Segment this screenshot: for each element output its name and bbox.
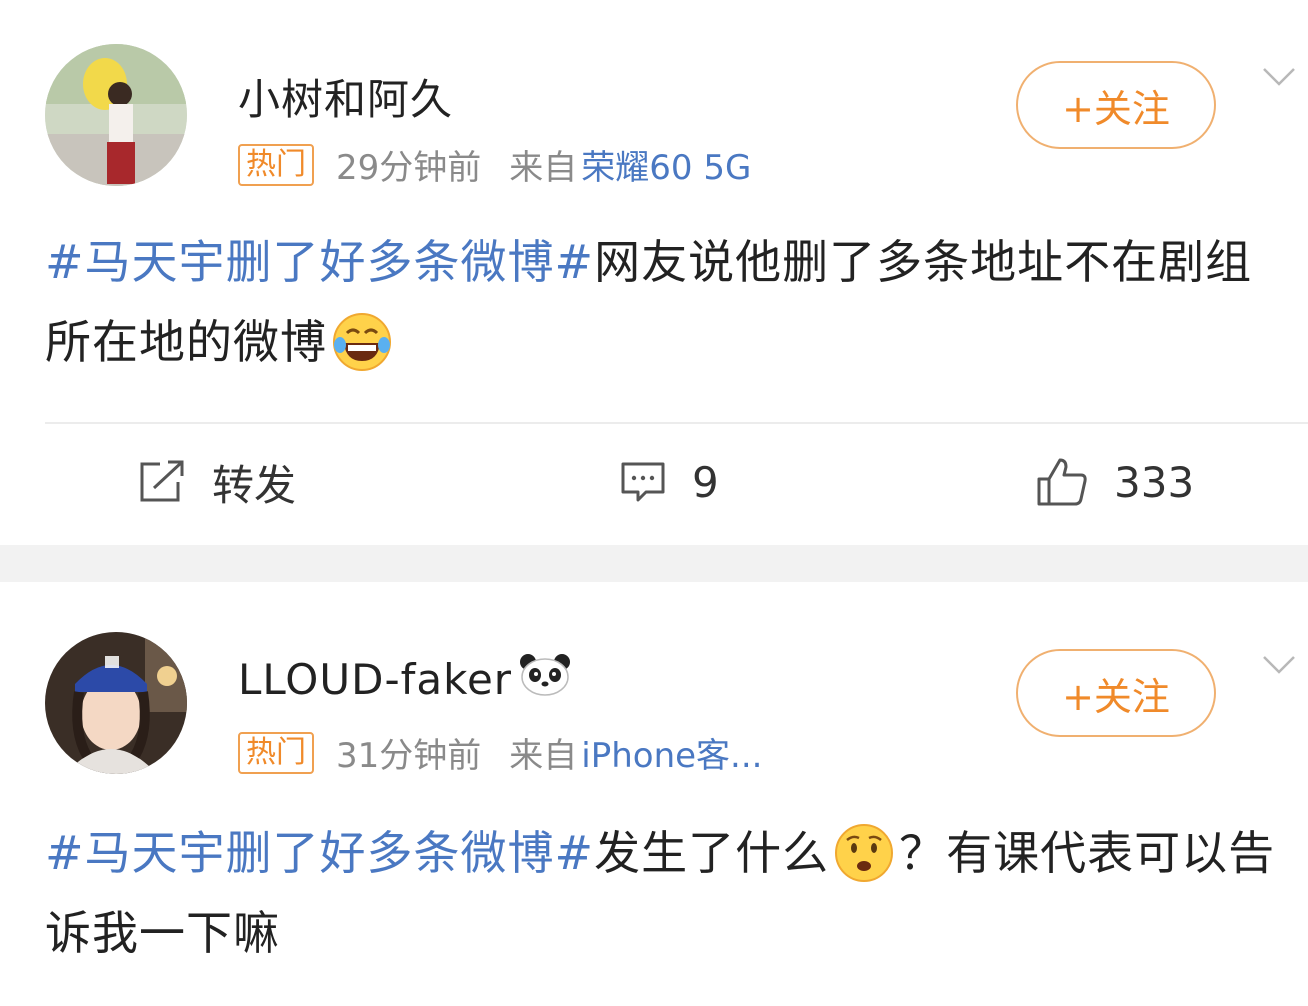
weibo-post: LLOUD-faker 热门 31分钟前 来自 iPhone客... +关注 #… <box>0 582 1308 1006</box>
comment-count: 9 <box>692 457 719 507</box>
like-button[interactable]: 333 <box>1036 440 1194 524</box>
post-text: 发生了什么 <box>594 826 830 880</box>
weibo-post: 小树和阿久 热门 29分钟前 来自 荣耀60 5G +关注 #马天宇删了好多条微… <box>0 0 1308 545</box>
source-label: 来自 <box>509 736 578 776</box>
post-time: 29分钟前 <box>336 148 482 188</box>
like-count: 333 <box>1114 457 1195 507</box>
username[interactable]: 小树和阿久 <box>238 66 453 127</box>
comment-button[interactable]: 9 <box>620 440 719 524</box>
post-content: #马天宇删了好多条微博#发生了什么 ？有课代表可以告诉我一下嘛 <box>45 813 1285 973</box>
worried-face-icon <box>833 822 895 884</box>
chevron-down-icon[interactable] <box>1262 66 1296 88</box>
username[interactable]: LLOUD-faker <box>238 652 572 706</box>
repost-label: 转发 <box>212 460 297 510</box>
follow-button[interactable]: +关注 <box>1016 61 1216 149</box>
post-time: 31分钟前 <box>336 736 482 776</box>
repost-icon <box>140 460 184 502</box>
hot-badge: 热门 <box>238 143 314 186</box>
hashtag-link[interactable]: #马天宇删了好多条微博# <box>45 826 594 880</box>
username-text: LLOUD-faker <box>238 654 513 704</box>
comment-icon <box>621 462 665 502</box>
thumbs-up-icon <box>1037 458 1087 506</box>
hashtag-link[interactable]: #马天宇删了好多条微博# <box>45 235 594 289</box>
source-device[interactable]: 荣耀60 5G <box>581 140 751 189</box>
post-separator <box>0 545 1308 582</box>
avatar[interactable] <box>45 44 187 186</box>
repost-button[interactable]: 转发 <box>138 440 296 524</box>
divider <box>45 422 1308 424</box>
source-label: 来自 <box>509 148 578 188</box>
post-meta: 热门 31分钟前 来自 iPhone客... <box>238 728 762 777</box>
action-bar: 转发 9 333 <box>0 440 1308 524</box>
source-device[interactable]: iPhone客... <box>581 728 762 777</box>
avatar[interactable] <box>45 632 187 774</box>
laugh-cry-icon <box>331 311 393 373</box>
post-meta: 热门 29分钟前 来自 荣耀60 5G <box>238 140 751 189</box>
chevron-down-icon[interactable] <box>1262 654 1296 676</box>
panda-icon <box>518 652 572 706</box>
post-content: #马天宇删了好多条微博#网友说他删了多条地址不在剧组所在地的微博 <box>45 222 1285 382</box>
hot-badge: 热门 <box>238 731 314 774</box>
follow-button[interactable]: +关注 <box>1016 649 1216 737</box>
